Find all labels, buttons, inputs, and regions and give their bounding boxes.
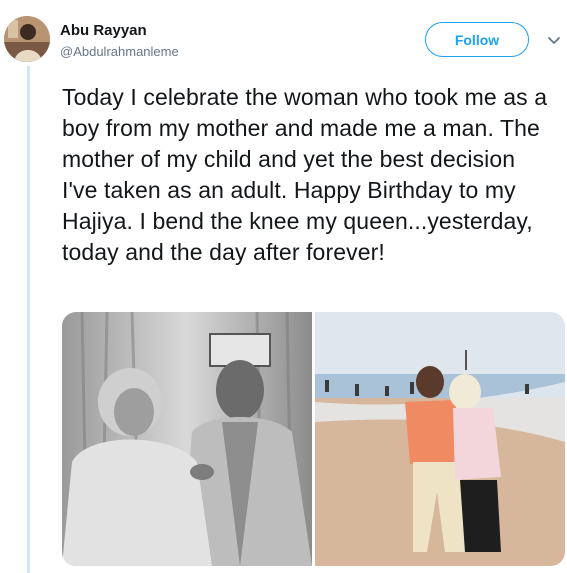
author-handle[interactable]: @Abdulrahmanleme bbox=[60, 44, 179, 59]
author-name[interactable]: Abu Rayyan bbox=[60, 22, 147, 39]
avatar[interactable] bbox=[4, 16, 50, 62]
tweet-media[interactable] bbox=[62, 312, 565, 566]
follow-button[interactable]: Follow bbox=[425, 22, 529, 57]
tweet-text: Today I celebrate the woman who took me … bbox=[62, 84, 548, 265]
photo-couple-portrait[interactable] bbox=[62, 312, 312, 566]
photo-couple-beach[interactable] bbox=[315, 312, 565, 566]
thread-line bbox=[27, 66, 30, 573]
chevron-down-icon[interactable] bbox=[546, 32, 562, 48]
